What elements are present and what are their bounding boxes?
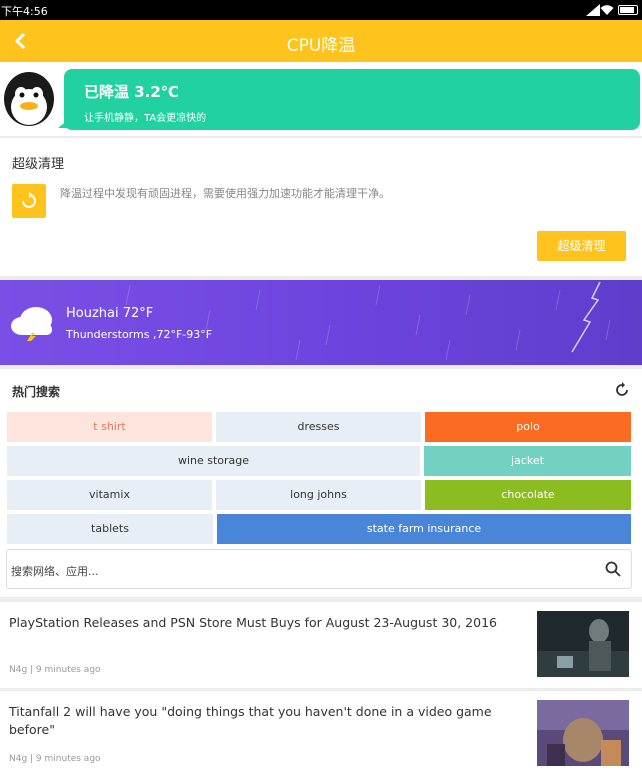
- super-clean-button[interactable]: 超级清理: [537, 231, 626, 261]
- status-bar: 下午4:56: [0, 0, 642, 20]
- hot-search-tag[interactable]: state farm insurance: [217, 514, 631, 544]
- cooling-bubble: 已降温 3.2℃ 让手机静静，TA会更凉快的: [58, 69, 640, 130]
- signal-icon: [586, 4, 600, 16]
- news-title: PlayStation Releases and PSN Store Must …: [9, 615, 497, 630]
- hot-search-tag[interactable]: vitamix: [7, 480, 212, 510]
- penguin-avatar-icon: [4, 72, 54, 126]
- news-title: Titanfall 2 will have you "doing things …: [9, 704, 492, 737]
- news-item[interactable]: PlayStation Releases and PSN Store Must …: [0, 602, 642, 688]
- cooling-headline: 已降温 3.2℃: [84, 83, 179, 101]
- hot-search-tag[interactable]: wine storage: [7, 446, 420, 476]
- battery-icon: [618, 5, 638, 15]
- super-clean-title: 超级清理: [12, 157, 65, 172]
- hot-search-tag[interactable]: polo: [425, 412, 631, 442]
- super-clean-description: 降温过程中发现有顽固进程，需要使用强力加速功能才能清理干净。: [60, 187, 390, 200]
- hot-search-tag[interactable]: dresses: [216, 412, 421, 442]
- news-meta: N4g | 9 minutes ago: [9, 754, 101, 764]
- weather-condition: Thunderstorms ,72°F-93°F: [66, 328, 213, 341]
- news-thumbnail: [537, 700, 629, 766]
- hot-search-card: 热门搜索 t shirt dresses polo wine storage j…: [0, 369, 642, 597]
- rain-lightning-background: [125, 281, 611, 361]
- news-meta: N4g | 9 minutes ago: [9, 665, 101, 675]
- hot-search-tag[interactable]: chocolate: [425, 480, 631, 510]
- hot-search-tag[interactable]: tablets: [7, 514, 213, 544]
- weather-location-temp: Houzhai 72°F: [66, 306, 154, 321]
- hot-search-tag[interactable]: t shirt: [7, 412, 212, 442]
- wifi-icon: [600, 5, 614, 15]
- search-input[interactable]: 搜索网络、应用...: [6, 549, 632, 589]
- news-item[interactable]: Titanfall 2 will have you "doing things …: [0, 691, 642, 777]
- status-time: 下午4:56: [1, 5, 48, 18]
- refresh-icon: [12, 184, 46, 218]
- weather-card[interactable]: Houzhai 72°F Thunderstorms ,72°F-93°F: [0, 280, 642, 365]
- hot-search-tag[interactable]: jacket: [424, 446, 631, 476]
- search-icon[interactable]: [605, 561, 621, 577]
- cooling-subtext: 让手机静静，TA会更凉快的: [84, 113, 207, 124]
- hot-search-title: 热门搜索: [12, 385, 61, 399]
- hot-search-tag[interactable]: long johns: [216, 480, 421, 510]
- thunderstorm-cloud-icon: [11, 307, 52, 344]
- app-bar: CPU降温: [0, 20, 642, 62]
- refresh-icon[interactable]: [614, 382, 630, 398]
- news-thumbnail: [537, 611, 629, 677]
- search-placeholder: 搜索网络、应用...: [11, 565, 99, 578]
- page-title: CPU降温: [286, 36, 356, 56]
- super-clean-card: 超级清理 降温过程中发现有顽固进程，需要使用强力加速功能才能清理干净。 超级清理: [0, 138, 642, 276]
- cooling-result: 已降温 3.2℃ 让手机静静，TA会更凉快的: [0, 62, 642, 136]
